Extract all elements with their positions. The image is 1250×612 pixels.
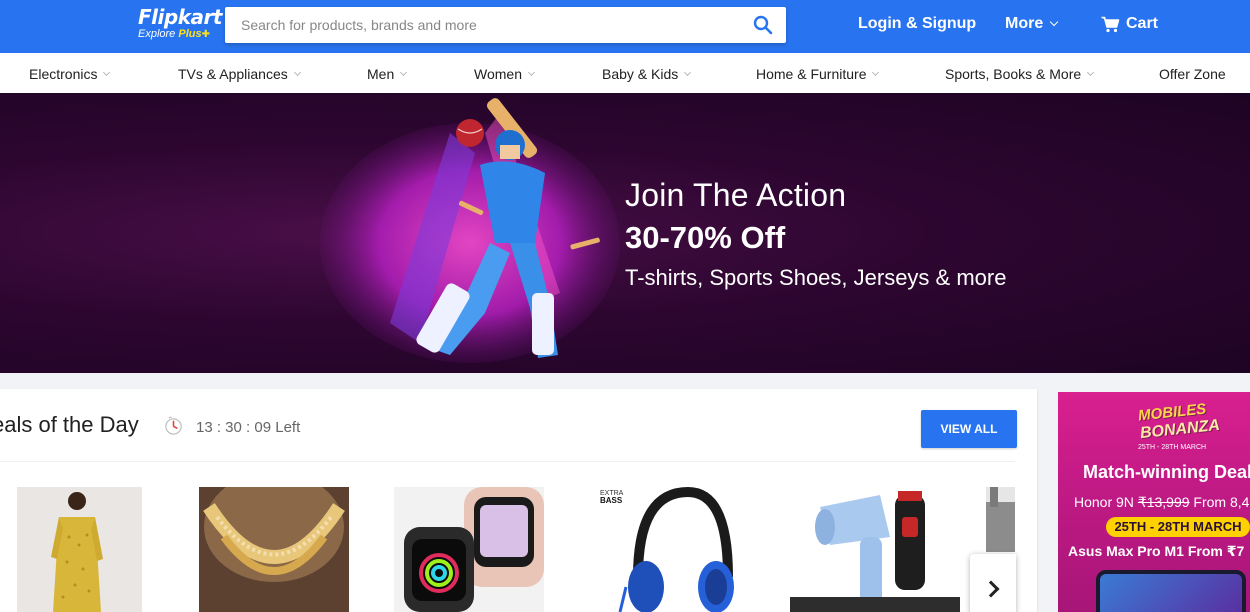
search-input[interactable]	[225, 7, 735, 43]
nav-item-label: Women	[474, 66, 522, 82]
flipkart-logo[interactable]: Flipkart Explore Plus✚	[138, 5, 222, 46]
chevron-down-icon	[400, 68, 408, 77]
login-label: Login & Signup	[858, 15, 977, 32]
chevron-down-icon	[1049, 17, 1059, 27]
nav-item-label: Electronics	[29, 66, 98, 82]
cart-label: Cart	[1126, 15, 1159, 32]
headphones-image: EXTRA BASS	[600, 487, 734, 612]
nav-item-offer-zone[interactable]: Offer Zone	[1159, 66, 1226, 82]
nav-item-women[interactable]: Women	[474, 66, 536, 82]
nav-item-label: Baby & Kids	[602, 66, 679, 82]
search-bar	[225, 7, 786, 43]
ad-date-pill: 25TH - 28TH MARCH	[1106, 517, 1250, 537]
ad-offer-prefix: Honor 9N	[1074, 494, 1138, 510]
search-icon	[753, 15, 773, 35]
product-card-headphones[interactable]: EXTRA BASS	[598, 487, 748, 612]
nav-item-baby-kids[interactable]: Baby & Kids	[602, 66, 692, 82]
nav-item-label: Men	[367, 66, 395, 82]
cricketer-illustration	[320, 98, 620, 363]
product-card-hair-dryer[interactable]	[790, 487, 960, 612]
deals-title: eals of the Day	[0, 412, 139, 437]
ad-offer-suffix: From 8,4	[1189, 494, 1250, 510]
banner-discount: 30-70% Off	[625, 220, 786, 255]
product-card-smartwatch[interactable]	[394, 487, 544, 612]
cart-link[interactable]: Cart	[1101, 15, 1158, 33]
chevron-down-icon	[872, 68, 880, 77]
search-button[interactable]	[748, 11, 778, 39]
ad-headline: Match-winning Deal	[1083, 462, 1250, 482]
product-card-kurta[interactable]	[17, 487, 142, 612]
chevron-right-icon	[982, 580, 1000, 598]
more-menu[interactable]: More	[1005, 15, 1059, 33]
mobiles-bonanza-ad[interactable]: MOBILES BONANZA 25TH - 28TH MARCH Match-…	[1058, 392, 1250, 612]
hero-banner[interactable]: Join The Action 30-70% Off T-shirts, Spo…	[0, 93, 1250, 373]
banner-headline: Join The Action	[625, 177, 847, 213]
hair-dryer-trimmer-image	[790, 491, 960, 612]
svg-text:BASS: BASS	[600, 496, 623, 505]
login-signup-link[interactable]: Login & Signup	[858, 15, 976, 33]
cart-icon	[1101, 16, 1120, 32]
carousel-next-button[interactable]	[970, 554, 1016, 612]
top-header: Flipkart Explore Plus✚ Login & Signup Mo…	[0, 0, 1250, 53]
ad-strike-price: ₹13,999	[1137, 494, 1190, 510]
logo-tag-plus: Plus	[178, 28, 202, 40]
partial-product-image	[986, 487, 1015, 552]
nav-item-home-furniture[interactable]: Home & Furniture	[756, 66, 880, 82]
logo-text: Flipkart	[138, 5, 222, 29]
timer-icon	[165, 416, 182, 435]
nav-item-sports-books[interactable]: Sports, Books & More	[945, 66, 1095, 82]
deals-of-the-day: eals of the Day 13 : 30 : 09 Left VIEW A…	[0, 389, 1037, 612]
product-card-necklace[interactable]	[199, 487, 349, 612]
chevron-down-icon	[103, 68, 111, 77]
phone-image	[1096, 570, 1246, 612]
nav-item-label: TVs & Appliances	[178, 66, 288, 82]
necklace-image	[199, 487, 349, 612]
nav-item-tvs-appliances[interactable]: TVs & Appliances	[178, 66, 301, 82]
chevron-down-icon	[1087, 68, 1095, 77]
ad-offer-honor: Honor 9N ₹13,999 From 8,4	[1074, 494, 1249, 511]
plus-icon: ✚	[201, 29, 210, 40]
chevron-down-icon	[527, 68, 536, 77]
divider	[0, 461, 1015, 462]
nav-item-label: Offer Zone	[1159, 66, 1226, 82]
nav-item-men[interactable]: Men	[367, 66, 408, 82]
nav-item-label: Home & Furniture	[756, 66, 867, 82]
deals-timer: 13 : 30 : 09 Left	[196, 419, 301, 436]
product-card-partial[interactable]	[986, 487, 1015, 552]
nav-item-electronics[interactable]: Electronics	[29, 66, 111, 82]
chevron-down-icon	[293, 68, 301, 77]
smartwatch-image	[404, 487, 544, 612]
chevron-down-icon	[684, 68, 692, 77]
ad-dates-small: 25TH - 28TH MARCH	[1138, 444, 1207, 451]
category-nav: Electronics TVs & Appliances Men Women B…	[0, 53, 1250, 93]
banner-subtitle: T-shirts, Sports Shoes, Jerseys & more	[625, 265, 1007, 290]
logo-tag-explore: Explore	[138, 28, 176, 40]
logo-tagline: Explore Plus✚	[138, 28, 218, 40]
ad-offer-asus: Asus Max Pro M1 From ₹7	[1068, 543, 1245, 559]
view-all-button[interactable]: VIEW ALL	[921, 410, 1017, 448]
kurta-image	[51, 492, 103, 612]
more-label: More	[1005, 15, 1044, 32]
nav-item-label: Sports, Books & More	[945, 66, 1082, 82]
